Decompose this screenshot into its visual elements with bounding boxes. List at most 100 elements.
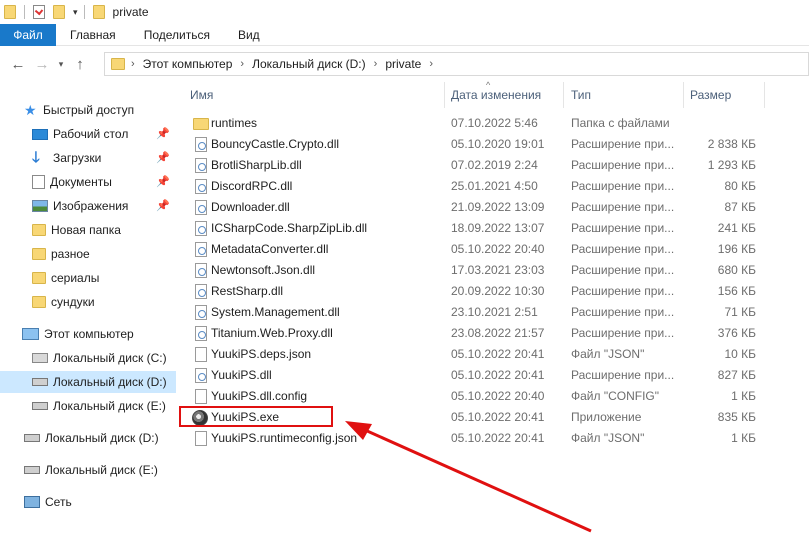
file-size: 156 КБ: [717, 284, 756, 298]
breadcrumb-private[interactable]: private: [385, 57, 421, 71]
column-divider[interactable]: [563, 82, 564, 108]
pin-icon[interactable]: 📌: [156, 127, 170, 140]
sidebar-item-raznoe[interactable]: разное: [32, 243, 90, 265]
sidebar-item-desktop[interactable]: Рабочий стол: [32, 123, 128, 145]
sidebar-item-label: Сеть: [45, 495, 72, 509]
sidebar-item-drive-c[interactable]: Локальный диск (C:): [32, 347, 167, 369]
forward-button[interactable]: →: [30, 52, 54, 76]
file-row-yuukips-deps-json[interactable]: YuukiPS.deps.json 05.10.2022 20:41 Файл "J…: [176, 344, 809, 365]
file-name: ICSharpCode.SharpZipLib.dll: [211, 221, 368, 235]
column-header-name[interactable]: Имя: [190, 88, 213, 102]
dll-file-icon: [195, 221, 207, 236]
pin-icon[interactable]: 📌: [156, 151, 170, 164]
column-divider[interactable]: [444, 82, 445, 108]
column-header-type[interactable]: Тип: [571, 88, 591, 102]
file-type: Папка с файлами: [571, 116, 670, 130]
file-row-brotlisharplib-dll[interactable]: BrotliSharpLib.dll 07.02.2019 2:24 Расшире…: [176, 155, 809, 176]
dll-file-icon: [195, 179, 207, 194]
file-type: Расширение при...: [571, 263, 675, 277]
properties-icon[interactable]: [33, 5, 45, 19]
pictures-icon: [32, 200, 48, 212]
file-row-system-management-dll[interactable]: System.Management.dll 23.10.2021 2:51 Расш…: [176, 302, 809, 323]
desktop-icon: [32, 128, 48, 140]
sidebar-item-pictures[interactable]: Изображения: [32, 195, 128, 217]
file-row-downloader-dll[interactable]: Downloader.dll 21.09.2022 13:09 Расширение…: [176, 197, 809, 218]
sidebar-item-drive-d[interactable]: Локальный диск (D:): [0, 371, 176, 393]
drive-icon: [32, 378, 48, 386]
file-row-icsharpcode-sharpziplib-dll[interactable]: ICSharpCode.SharpZipLib.dll 18.09.2022 13…: [176, 218, 809, 239]
file-row-restsharp-dll[interactable]: RestSharp.dll 20.09.2022 10:30 Расширение …: [176, 281, 809, 302]
file-date: 07.02.2019 2:24: [451, 158, 538, 172]
sidebar-item-documents[interactable]: Документы: [32, 171, 112, 193]
tab-share[interactable]: Поделиться: [130, 24, 224, 46]
sidebar-item-new-folder[interactable]: Новая папка: [32, 219, 121, 241]
tab-file[interactable]: Файл: [0, 24, 56, 46]
sidebar-item-label: Рабочий стол: [53, 127, 129, 141]
chevron-right-icon[interactable]: ›: [240, 58, 244, 70]
file-row-discordrpc-dll[interactable]: DiscordRPC.dll 25.01.2021 4:50 Расширение …: [176, 176, 809, 197]
column-header-date[interactable]: Дата изменения: [451, 88, 541, 102]
sidebar-item-downloads[interactable]: 🡓 Загрузки: [32, 147, 101, 169]
sidebar-item-label: сериалы: [51, 271, 100, 285]
pin-icon[interactable]: 📌: [156, 199, 170, 212]
file-size: 835 КБ: [717, 410, 756, 424]
file-name: Titanium.Web.Proxy.dll: [211, 326, 333, 340]
recent-locations-button[interactable]: ▾: [54, 52, 68, 76]
sidebar-item-quick-access[interactable]: ★ Быстрый доступ: [24, 99, 134, 121]
file-date: 05.10.2022 20:40: [451, 389, 545, 403]
file-name: YuukiPS.dll: [211, 368, 272, 382]
breadcrumb-drive-d[interactable]: Локальный диск (D:): [252, 57, 366, 71]
file-date: 05.10.2022 20:40: [451, 242, 545, 256]
sidebar-item-sunduki[interactable]: сундуки: [32, 291, 95, 313]
network-icon: [24, 496, 40, 508]
sidebar-item-label: Локальный диск (D:): [53, 375, 167, 389]
file-row-runtimes[interactable]: runtimes 07.10.2022 5:46 Папка с файлами: [176, 113, 809, 134]
file-date: 23.08.2022 21:57: [451, 326, 545, 340]
dll-file-icon: [195, 200, 207, 215]
file-row-newtonsoft-json-dll[interactable]: Newtonsoft.Json.dll 17.03.2021 23:03 Расши…: [176, 260, 809, 281]
file-row-yuukips-dll-config[interactable]: YuukiPS.dll.config 05.10.2022 20:40 Файл "…: [176, 386, 809, 407]
column-divider[interactable]: [683, 82, 684, 108]
dll-file-icon: [195, 263, 207, 278]
sidebar-item-label: Этот компьютер: [44, 327, 134, 341]
sidebar-item-drive-d-root[interactable]: Локальный диск (D:): [24, 427, 159, 449]
pin-icon[interactable]: 📌: [156, 175, 170, 188]
sidebar-item-serialy[interactable]: сериалы: [32, 267, 99, 289]
chevron-right-icon[interactable]: ›: [429, 58, 433, 70]
file-name: Newtonsoft.Json.dll: [211, 263, 316, 277]
customize-quick-access-icon[interactable]: ▾: [73, 7, 78, 18]
dll-file-icon: [195, 242, 207, 257]
annotation-highlight-box: [179, 406, 333, 427]
tab-home[interactable]: Главная: [56, 24, 130, 46]
new-folder-icon[interactable]: [53, 5, 65, 19]
address-bar[interactable]: › Этот компьютер › Локальный диск (D:) ›…: [104, 52, 809, 76]
sidebar-item-this-pc[interactable]: Этот компьютер: [22, 323, 134, 345]
file-size: 71 КБ: [724, 305, 756, 319]
file-size: 10 КБ: [724, 347, 756, 361]
file-row-yuukips-dll[interactable]: YuukiPS.dll 05.10.2022 20:41 Расширение пр…: [176, 365, 809, 386]
document-icon: [195, 389, 207, 404]
drive-icon: [24, 466, 40, 474]
file-row-titanium-web-proxy-dll[interactable]: Titanium.Web.Proxy.dll 23.08.2022 21:57 Ра…: [176, 323, 809, 344]
sidebar-item-drive-e-root[interactable]: Локальный диск (E:): [24, 459, 158, 481]
file-name: BrotliSharpLib.dll: [211, 158, 302, 172]
file-date: 25.01.2021 4:50: [451, 179, 538, 193]
documents-icon: [32, 175, 45, 189]
chevron-right-icon[interactable]: ›: [374, 58, 378, 70]
back-button[interactable]: ←: [6, 52, 30, 76]
up-button[interactable]: ↑: [68, 52, 92, 76]
chevron-right-icon[interactable]: ›: [131, 58, 135, 70]
column-divider[interactable]: [764, 82, 765, 108]
file-date: 05.10.2022 20:41: [451, 368, 545, 382]
column-headers: ^ Имя Дата изменения Тип Размер: [176, 80, 809, 108]
file-row-metadataconverter-dll[interactable]: MetadataConverter.dll 05.10.2022 20:40 Рас…: [176, 239, 809, 260]
tab-view[interactable]: Вид: [224, 24, 274, 46]
file-row-bouncycastle-crypto-dll[interactable]: BouncyCastle.Crypto.dll 05.10.2020 19:01 Р…: [176, 134, 809, 155]
column-header-size[interactable]: Размер: [690, 88, 731, 102]
file-row-yuukips-runtimeconfig-json[interactable]: YuukiPS.runtimeconfig.json 05.10.2022 20:…: [176, 428, 809, 449]
sidebar-item-drive-e[interactable]: Локальный диск (E:): [32, 395, 166, 417]
breadcrumb-this-pc[interactable]: Этот компьютер: [143, 57, 233, 71]
dll-file-icon: [195, 305, 207, 320]
file-size: 2 838 КБ: [707, 137, 756, 151]
sidebar-item-network[interactable]: Сеть: [24, 491, 72, 513]
